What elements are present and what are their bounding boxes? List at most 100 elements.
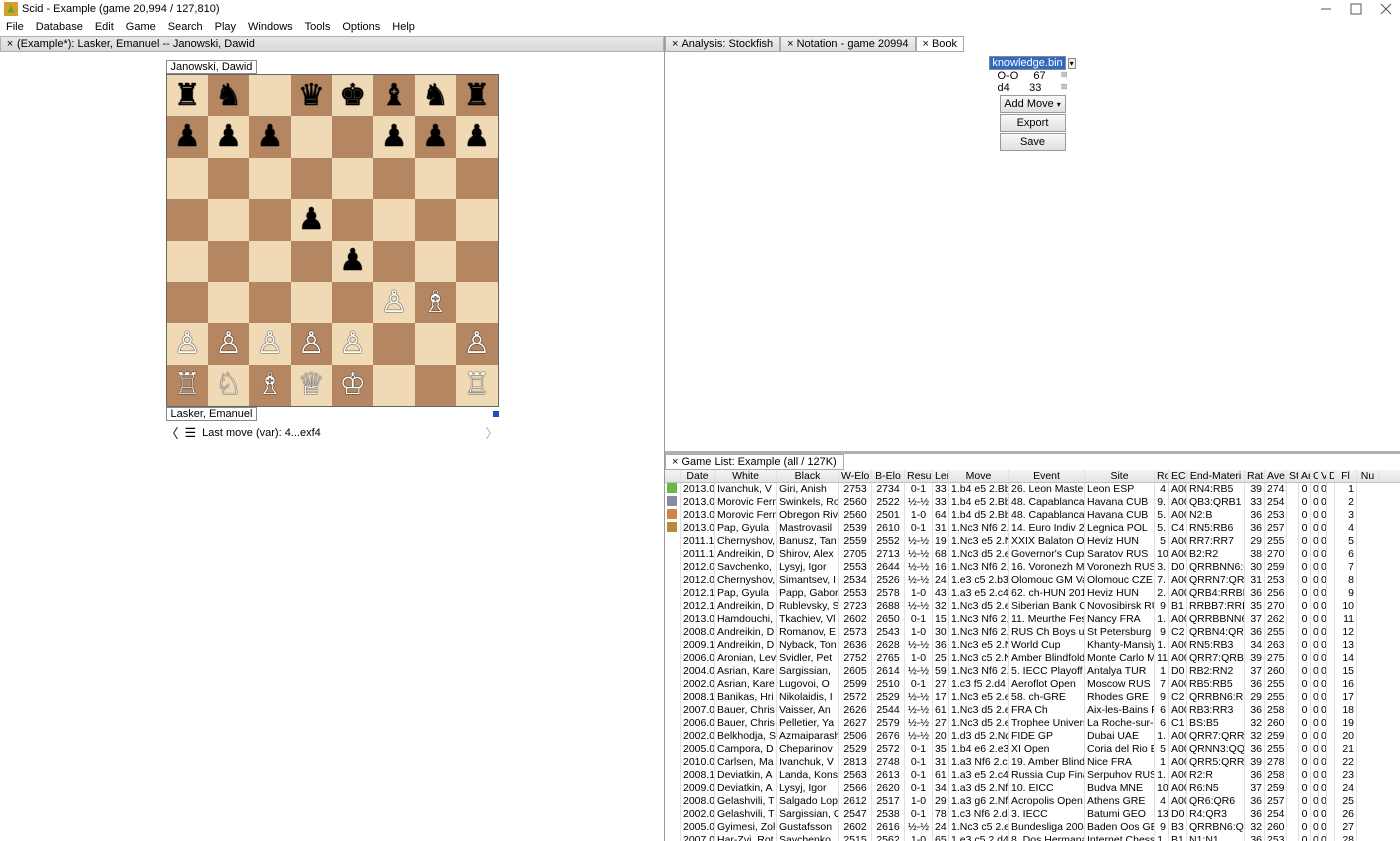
- board-square[interactable]: [291, 282, 332, 323]
- gamelist-row[interactable]: 2012.1Pap, GyulaPapp, Gabor255325781-043…: [665, 587, 1400, 600]
- close-icon[interactable]: ×: [672, 38, 678, 50]
- gamelist-row[interactable]: 2007.0Bauer, ChrisVaisser, An26262544½-½…: [665, 704, 1400, 717]
- gamelist-row[interactable]: 2006.0Bauer, ChrisPelletier, Ya26272579½…: [665, 717, 1400, 730]
- board-square[interactable]: ♔: [332, 365, 373, 406]
- board-square[interactable]: [249, 241, 290, 282]
- save-button[interactable]: Save: [1000, 133, 1066, 151]
- column-header[interactable]: V: [1319, 470, 1327, 482]
- board-square[interactable]: ♝: [373, 75, 414, 116]
- maximize-button[interactable]: [1350, 3, 1362, 15]
- board-square[interactable]: [249, 75, 290, 116]
- board-square[interactable]: ♟: [249, 116, 290, 157]
- gamelist-row[interactable]: 2006.0Aronian, LevSvidler, Pet275227651-…: [665, 652, 1400, 665]
- column-header[interactable]: Ratin: [1245, 470, 1265, 482]
- board-square[interactable]: [415, 241, 456, 282]
- board-square[interactable]: [291, 158, 332, 199]
- column-header[interactable]: Len: [933, 470, 949, 482]
- board-square[interactable]: ♙: [373, 282, 414, 323]
- board-square[interactable]: ♜: [167, 75, 208, 116]
- column-header[interactable]: An: [1299, 470, 1311, 482]
- column-header[interactable]: Site: [1085, 470, 1155, 482]
- tab-analysis[interactable]: ×Analysis: Stockfish: [665, 36, 780, 52]
- board-square[interactable]: [332, 199, 373, 240]
- menu-search[interactable]: Search: [168, 21, 203, 33]
- board-square[interactable]: [291, 241, 332, 282]
- board-square[interactable]: [456, 158, 497, 199]
- tab-gamelist[interactable]: ×Game List: Example (all / 127K): [665, 454, 844, 470]
- board-square[interactable]: ♟: [167, 116, 208, 157]
- board-square[interactable]: [208, 241, 249, 282]
- board-square[interactable]: [332, 282, 373, 323]
- gamelist-row[interactable]: 2009.0Deviatkin, ALysyj, Igor256626200-1…: [665, 782, 1400, 795]
- board-square[interactable]: ♙: [291, 323, 332, 364]
- gamelist-row[interactable]: 2013.0Hamdouchi,Tkachiev, Vl260226500-11…: [665, 613, 1400, 626]
- gamelist-row[interactable]: 2010.0Carlsen, MaIvanchuk, V281327480-13…: [665, 756, 1400, 769]
- menu-file[interactable]: File: [6, 21, 24, 33]
- board-square[interactable]: ♞: [208, 75, 249, 116]
- gamelist-row[interactable]: 2012.0Chernyshov,Simantsev, I25342526½-½…: [665, 574, 1400, 587]
- gamelist-row[interactable]: 2008.1Banikas, HriNikolaidis, I25722529½…: [665, 691, 1400, 704]
- board-square[interactable]: ♙: [167, 323, 208, 364]
- board-square[interactable]: ♙: [208, 323, 249, 364]
- gamelist-row[interactable]: 2002.0Gelashvili, TSargissian, O25472538…: [665, 808, 1400, 821]
- board-square[interactable]: ♟: [415, 116, 456, 157]
- board-square[interactable]: [249, 282, 290, 323]
- board-square[interactable]: [373, 158, 414, 199]
- gamelist-row[interactable]: 2013.0Ivanchuk, VGiri, Anish275327340-13…: [665, 483, 1400, 496]
- column-header[interactable]: Move: [949, 470, 1009, 482]
- tab-notation[interactable]: ×Notation - game 20994: [780, 36, 915, 52]
- board-square[interactable]: [332, 158, 373, 199]
- add-move-button[interactable]: Add Move ▾: [1000, 95, 1066, 113]
- gamelist-row[interactable]: 2013.0Morovic FernObregon Riv256025011-0…: [665, 509, 1400, 522]
- board-square[interactable]: [167, 241, 208, 282]
- board-square[interactable]: [373, 241, 414, 282]
- board-square[interactable]: ♛: [291, 75, 332, 116]
- column-header[interactable]: Date: [681, 470, 715, 482]
- board-square[interactable]: ♖: [456, 365, 497, 406]
- board-square[interactable]: [249, 158, 290, 199]
- gamelist-row[interactable]: 2002.0Belkhodja, SAzmaiparash25062676½-½…: [665, 730, 1400, 743]
- board-square[interactable]: [291, 116, 332, 157]
- menu-game[interactable]: Game: [126, 21, 156, 33]
- gamelist-row[interactable]: 2012.1Andreikin, DRublevsky, S27232688½-…: [665, 600, 1400, 613]
- tab-book[interactable]: ×Book: [916, 36, 965, 52]
- column-header[interactable]: End-Materi: [1187, 470, 1245, 482]
- close-icon[interactable]: ×: [5, 38, 15, 50]
- board-square[interactable]: ♞: [415, 75, 456, 116]
- column-header[interactable]: Resu: [905, 470, 933, 482]
- column-header[interactable]: ECO: [1169, 470, 1187, 482]
- gamelist-row[interactable]: 2011.1Andreikin, DShirov, Alex27052713½-…: [665, 548, 1400, 561]
- board-square[interactable]: ♟: [291, 199, 332, 240]
- gamelist-row[interactable]: 2004.0Asrian, KareSargissian,26052614½-½…: [665, 665, 1400, 678]
- board-square[interactable]: ♘: [208, 365, 249, 406]
- gamelist-header[interactable]: DateWhiteBlackW-EloB-EloResuLenMoveEvent…: [665, 470, 1400, 483]
- board-square[interactable]: ♟: [373, 116, 414, 157]
- board-square[interactable]: ♟: [456, 116, 497, 157]
- column-header[interactable]: Ro: [1155, 470, 1169, 482]
- board-square[interactable]: ♚: [332, 75, 373, 116]
- column-header[interactable]: Fl: [1335, 470, 1357, 482]
- close-button[interactable]: [1380, 3, 1392, 15]
- menu-windows[interactable]: Windows: [248, 21, 293, 33]
- board-square[interactable]: [415, 323, 456, 364]
- board-square[interactable]: [415, 365, 456, 406]
- menu-icon[interactable]: ☰: [185, 425, 197, 441]
- board-square[interactable]: ♙: [456, 323, 497, 364]
- board-square[interactable]: [332, 116, 373, 157]
- gamelist-row[interactable]: 2013.0Pap, GyulaMastrovasil253926100-131…: [665, 522, 1400, 535]
- gamelist-row[interactable]: 2008.0Gelashvili, TSalgado Lop261225171-…: [665, 795, 1400, 808]
- gamelist-row[interactable]: 2011.1Chernyshov,Banusz, Tan25592552½-½1…: [665, 535, 1400, 548]
- export-button[interactable]: Export: [1000, 114, 1066, 132]
- board-square[interactable]: ♗: [249, 365, 290, 406]
- gamelist-row[interactable]: 2013.0Morovic FernSwinkels, Ro25602522½-…: [665, 496, 1400, 509]
- gamelist-row[interactable]: 2007.0Har-Zvi, RotSavchenko,251525621-06…: [665, 834, 1400, 841]
- menu-tools[interactable]: Tools: [305, 21, 331, 33]
- book-file-select[interactable]: knowledge.bin: [989, 56, 1065, 70]
- game-tab[interactable]: × (Example*): Lasker, Emanuel -- Janowsk…: [0, 36, 664, 52]
- board-square[interactable]: [373, 199, 414, 240]
- column-header[interactable]: [665, 470, 681, 482]
- dropdown-icon[interactable]: ▾: [1057, 100, 1061, 109]
- gamelist-body[interactable]: 2013.0Ivanchuk, VGiri, Anish275327340-13…: [665, 483, 1400, 841]
- close-icon[interactable]: ×: [672, 456, 678, 468]
- board-square[interactable]: [415, 158, 456, 199]
